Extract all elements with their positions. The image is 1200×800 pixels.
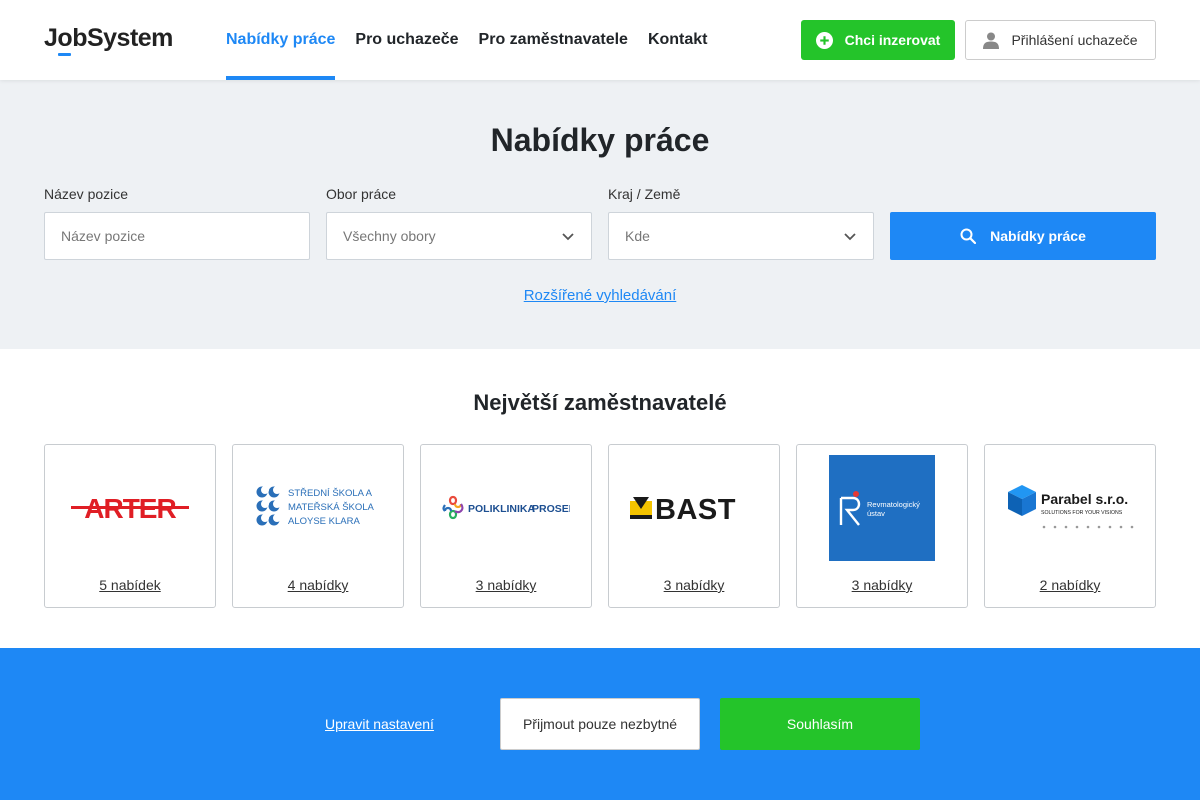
site-header: Jo bSystem Nabídky práce Pro uchazeče Pro…: [0, 0, 1200, 80]
plus-circle-icon: [815, 31, 833, 49]
employer-offer-count[interactable]: 4 nabídky: [233, 577, 403, 593]
nav-item-candidates[interactable]: Pro uchazeče: [355, 0, 458, 80]
search-button[interactable]: Nabídky práce: [890, 212, 1156, 260]
svg-text:Revmatologický: Revmatologický: [867, 500, 920, 509]
candidate-login-button[interactable]: Přihlášení uchazeče: [965, 20, 1156, 60]
logo-text-part1: J: [44, 23, 58, 52]
accept-all-button[interactable]: Souhlasím: [720, 698, 920, 750]
svg-text:SOLUTIONS FOR YOUR VISIONS: SOLUTIONS FOR YOUR VISIONS: [1041, 510, 1123, 516]
nav-item-contact[interactable]: Kontakt: [648, 0, 708, 80]
employer-offer-count[interactable]: 3 nabídky: [421, 577, 591, 593]
field-of-work-select[interactable]: Všechny obory: [326, 212, 592, 260]
employer-offer-count[interactable]: 3 nabídky: [797, 577, 967, 593]
field-of-work-label: Obor práce: [326, 186, 397, 202]
bast-logo: BAST: [619, 455, 769, 561]
nav-item-employers[interactable]: Pro zaměstnavatele: [479, 0, 628, 80]
section-title: Největší zaměstnavatelé: [473, 390, 727, 415]
page-title: Nabídky práce: [490, 122, 710, 158]
revmatologicky-ustav-logo: Revmatologický ústav: [807, 455, 957, 561]
logo-text-part3: bSystem: [72, 23, 173, 52]
svg-text:PROSEK: PROSEK: [532, 503, 570, 515]
advertise-label: Chci inzerovat: [844, 32, 941, 48]
employer-offer-count[interactable]: 2 nabídky: [985, 577, 1155, 593]
field-of-work-value: Všechny obory: [343, 228, 436, 244]
advanced-search-link[interactable]: Rozšířené vyhledávání: [0, 287, 1200, 304]
position-input[interactable]: Název pozice: [44, 212, 310, 260]
employer-card[interactable]: ARTER 5 nabídek: [44, 444, 216, 608]
user-icon: [983, 32, 1000, 49]
jobsystem-logo[interactable]: Jo bSystem: [44, 22, 173, 56]
search-button-label: Nabídky práce: [990, 228, 1086, 244]
candidate-login-label: Přihlášení uchazeče: [1011, 32, 1138, 48]
position-placeholder: Název pozice: [61, 228, 146, 244]
advertise-button[interactable]: Chci inzerovat: [801, 20, 955, 60]
employer-offer-count[interactable]: 5 nabídek: [45, 577, 215, 593]
chevron-down-icon: [844, 233, 856, 241]
svg-text:ALOYSE KLARA: ALOYSE KLARA: [288, 516, 360, 527]
cookie-consent-bar: Upravit nastavení Přijmout pouze nezbytn…: [0, 648, 1200, 800]
region-label: Kraj / Země: [608, 186, 681, 202]
svg-text:ústav: ústav: [867, 509, 885, 518]
svg-text:MATEŘSKÁ ŠKOLA: MATEŘSKÁ ŠKOLA: [288, 502, 375, 513]
logo-text-part2: o: [57, 23, 73, 56]
employer-card[interactable]: Parabel s.r.o. SOLUTIONS FOR YOUR VISION…: [984, 444, 1156, 608]
svg-text:BAST: BAST: [655, 494, 736, 523]
svg-text:ARTER: ARTER: [84, 493, 176, 523]
svg-text:POLIKLINIKA: POLIKLINIKA: [468, 503, 535, 515]
region-placeholder: Kde: [625, 228, 650, 244]
arter-logo: ARTER: [55, 455, 205, 561]
employer-card[interactable]: Revmatologický ústav 3 nabídky: [796, 444, 968, 608]
svg-text:Parabel s.r.o.: Parabel s.r.o.: [1041, 491, 1128, 507]
cookie-settings-link[interactable]: Upravit nastavení: [325, 716, 434, 732]
region-select[interactable]: Kde: [608, 212, 874, 260]
employer-card[interactable]: STŘEDNÍ ŠKOLA A MATEŘSKÁ ŠKOLA ALOYSE KL…: [232, 444, 404, 608]
employer-card[interactable]: BAST 3 nabídky: [608, 444, 780, 608]
position-label: Název pozice: [44, 186, 129, 202]
search-icon: [960, 228, 977, 244]
parabel-logo: Parabel s.r.o. SOLUTIONS FOR YOUR VISION…: [995, 455, 1145, 561]
nav-item-job-offers[interactable]: Nabídky práce: [226, 0, 336, 80]
employer-offer-count[interactable]: 3 nabídky: [609, 577, 779, 593]
svg-text:STŘEDNÍ ŠKOLA A: STŘEDNÍ ŠKOLA A: [288, 488, 373, 499]
main-nav: Nabídky práce Pro uchazeče Pro zaměstnav…: [226, 0, 728, 80]
job-search-section: Nabídky práce Název pozice Název pozice …: [0, 80, 1200, 349]
poliklinika-prosek-logo: POLIKLINIKA PROSEK: [431, 455, 581, 561]
chevron-down-icon: [562, 233, 574, 241]
employer-card[interactable]: POLIKLINIKA PROSEK 3 nabídky: [420, 444, 592, 608]
school-logo: STŘEDNÍ ŠKOLA A MATEŘSKÁ ŠKOLA ALOYSE KL…: [243, 455, 393, 561]
accept-necessary-button[interactable]: Přijmout pouze nezbytné: [500, 698, 700, 750]
